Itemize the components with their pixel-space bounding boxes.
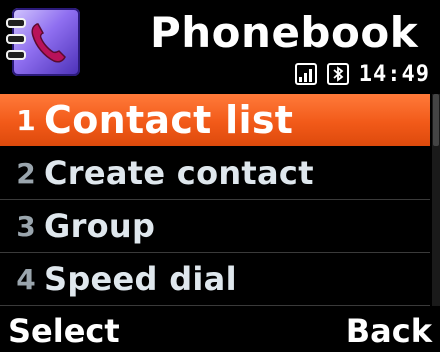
binder-ring-icon bbox=[6, 34, 26, 44]
back-softkey[interactable]: Back bbox=[346, 310, 432, 352]
menu-item-group[interactable]: 3 Group bbox=[0, 200, 430, 253]
menu-item-number: 4 bbox=[16, 262, 36, 296]
bluetooth-icon bbox=[326, 63, 349, 85]
status-bar: 14:49 bbox=[294, 60, 430, 88]
menu-item-number: 3 bbox=[16, 209, 36, 243]
scrollbar[interactable] bbox=[432, 94, 440, 306]
phonebook-icon bbox=[6, 8, 80, 76]
menu-item-number: 1 bbox=[16, 103, 36, 137]
menu-item-label: Create contact bbox=[44, 154, 314, 192]
phone-handset-icon bbox=[31, 23, 66, 63]
header: Phonebook 14:49 bbox=[0, 0, 440, 92]
binder-ring-icon bbox=[6, 18, 26, 28]
signal-strength-icon bbox=[294, 63, 317, 85]
menu-item-speed-dial[interactable]: 4 Speed dial bbox=[0, 253, 430, 306]
menu-item-contact-list[interactable]: 1 Contact list bbox=[0, 94, 430, 147]
scrollbar-thumb[interactable] bbox=[433, 94, 439, 146]
menu-item-label: Speed dial bbox=[44, 260, 237, 298]
binder-ring-icon bbox=[6, 50, 26, 60]
phone-screen: Phonebook 14:49 1 Contact list 2 Create … bbox=[0, 0, 440, 352]
softkey-bar: Select Back bbox=[0, 310, 440, 352]
menu-list: 1 Contact list 2 Create contact 3 Group … bbox=[0, 94, 430, 306]
menu-item-number: 2 bbox=[16, 156, 36, 190]
clock-time: 14:49 bbox=[358, 61, 430, 87]
menu-item-label: Contact list bbox=[44, 98, 294, 142]
menu-item-create-contact[interactable]: 2 Create contact bbox=[0, 147, 430, 200]
menu-item-label: Group bbox=[44, 207, 156, 245]
page-title: Phonebook bbox=[150, 8, 419, 57]
select-softkey[interactable]: Select bbox=[8, 310, 120, 352]
